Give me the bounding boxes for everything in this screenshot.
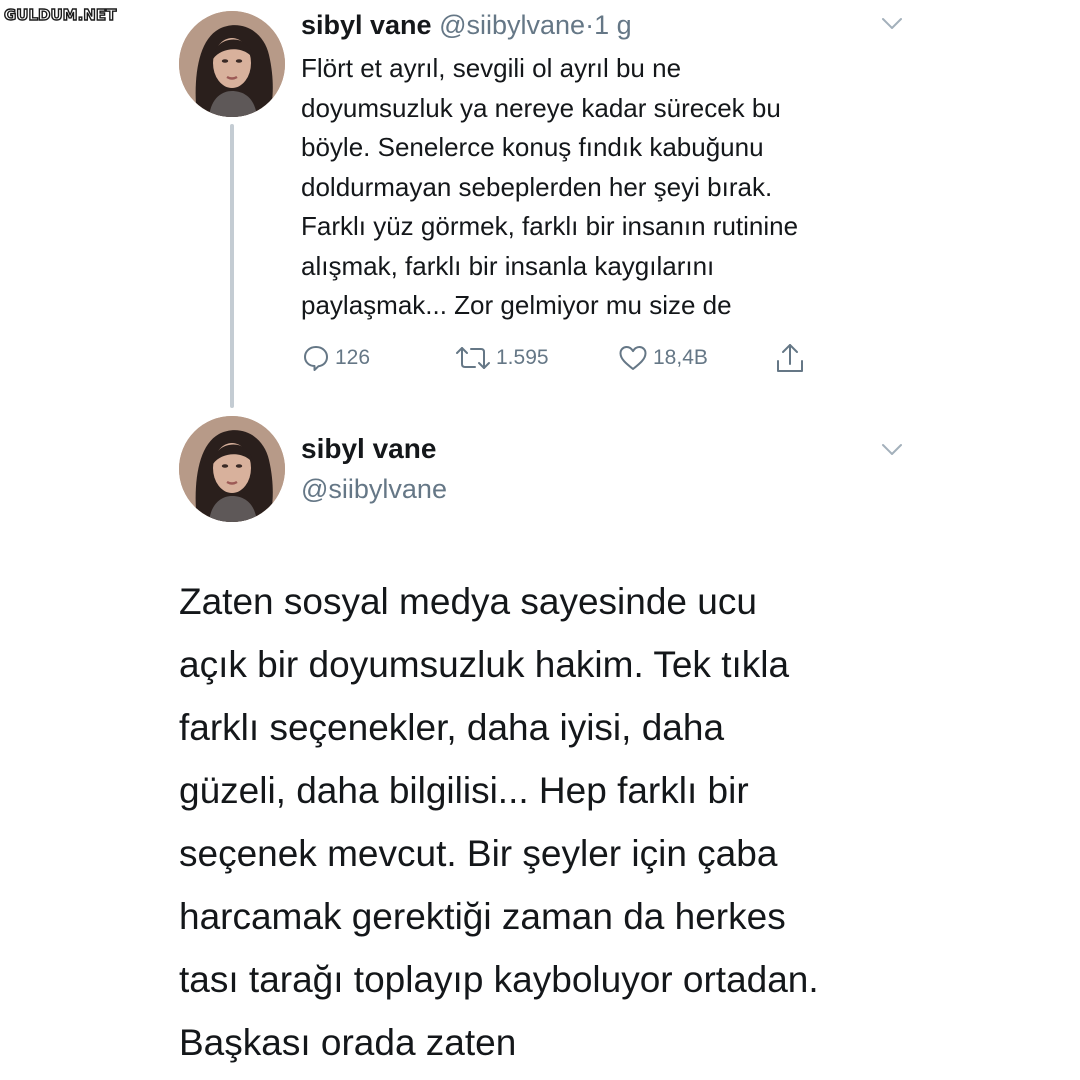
heart-icon [619,346,647,370]
tweet-text-line: Başkası orada zaten [179,1022,517,1063]
site-watermark: GULDUM.NET [3,5,117,24]
author-handle[interactable]: @siibylvane [439,10,585,40]
tweet-text-line: Zaten sosyal medya sayesinde ucu [179,581,757,622]
author-handle[interactable]: @siibylvane [301,472,447,506]
separator-dot: · [585,10,595,40]
share-icon [777,344,803,372]
like-count: 18,4B [653,346,708,369]
share-button[interactable] [773,338,807,378]
tweet-text-line: Farklı yüz görmek, farklı bir insanın ru… [301,211,799,241]
chevron-down-icon[interactable] [881,17,903,31]
tweet-text-line: güzeli, daha bilgilisi... Hep farklı bir [179,770,749,811]
retweet-button[interactable]: 1.595 [454,338,549,378]
tweet-text-line: seçenek mevcut. Bir şeyler için çaba [179,833,778,874]
like-button[interactable]: 18,4B [617,338,708,378]
tweet-text-line: Flört et ayrıl, sevgili ol ayrıl bu ne [301,53,682,83]
tweet-text-line: farklı seçenekler, daha iyisi, daha [179,707,725,748]
avatar-image [179,11,285,117]
tweet-text: Flört et ayrıl, sevgili ol ayrıl bu ne d… [301,49,941,326]
retweet-icon [456,347,490,369]
tweet-text-line: açık bir doyumsuzluk hakim. Tek tıkla [179,644,790,685]
tweet-header: sibyl vane @siibylvane·1 g [301,8,632,42]
tweet-text: Zaten sosyal medya sayesinde ucu açık bi… [179,570,1059,1074]
reply-button[interactable]: 126 [301,338,370,378]
tweet-actions-bar: 126 1.595 18,4B [301,338,861,378]
thread-connector-line [230,124,234,408]
avatar[interactable] [179,416,285,522]
tweet-text-line: alışmak, farklı bir insanla kaygılarını [301,250,715,281]
reply-count: 126 [335,346,371,369]
author-name[interactable]: sibyl vane [301,10,432,40]
tweet-text-line: paylaşmak... Zor gelmiyor mu size de [301,290,732,320]
tweet-timestamp[interactable]: 1 g [594,10,632,40]
avatar-image [179,416,285,522]
tweet-text-line: tası tarağı toplayıp kayboluyor ortadan. [179,959,819,1000]
tweet-text-line: harcamak gerektiği zaman da herkes [179,896,786,937]
avatar[interactable] [179,11,285,117]
reply-icon [304,346,328,371]
tweet-text-line: doldurmayan sebeplerden her şeyi bırak. [301,171,773,202]
tweet-text-line: böyle. Senelerce konuş fındık kabuğunu [301,132,764,162]
tweet-text-line: doyumsuzluk ya nereye kadar sürecek bu [301,92,781,123]
chevron-down-icon[interactable] [881,443,903,457]
retweet-count: 1.595 [496,346,549,369]
author-name[interactable]: sibyl vane [301,432,436,466]
